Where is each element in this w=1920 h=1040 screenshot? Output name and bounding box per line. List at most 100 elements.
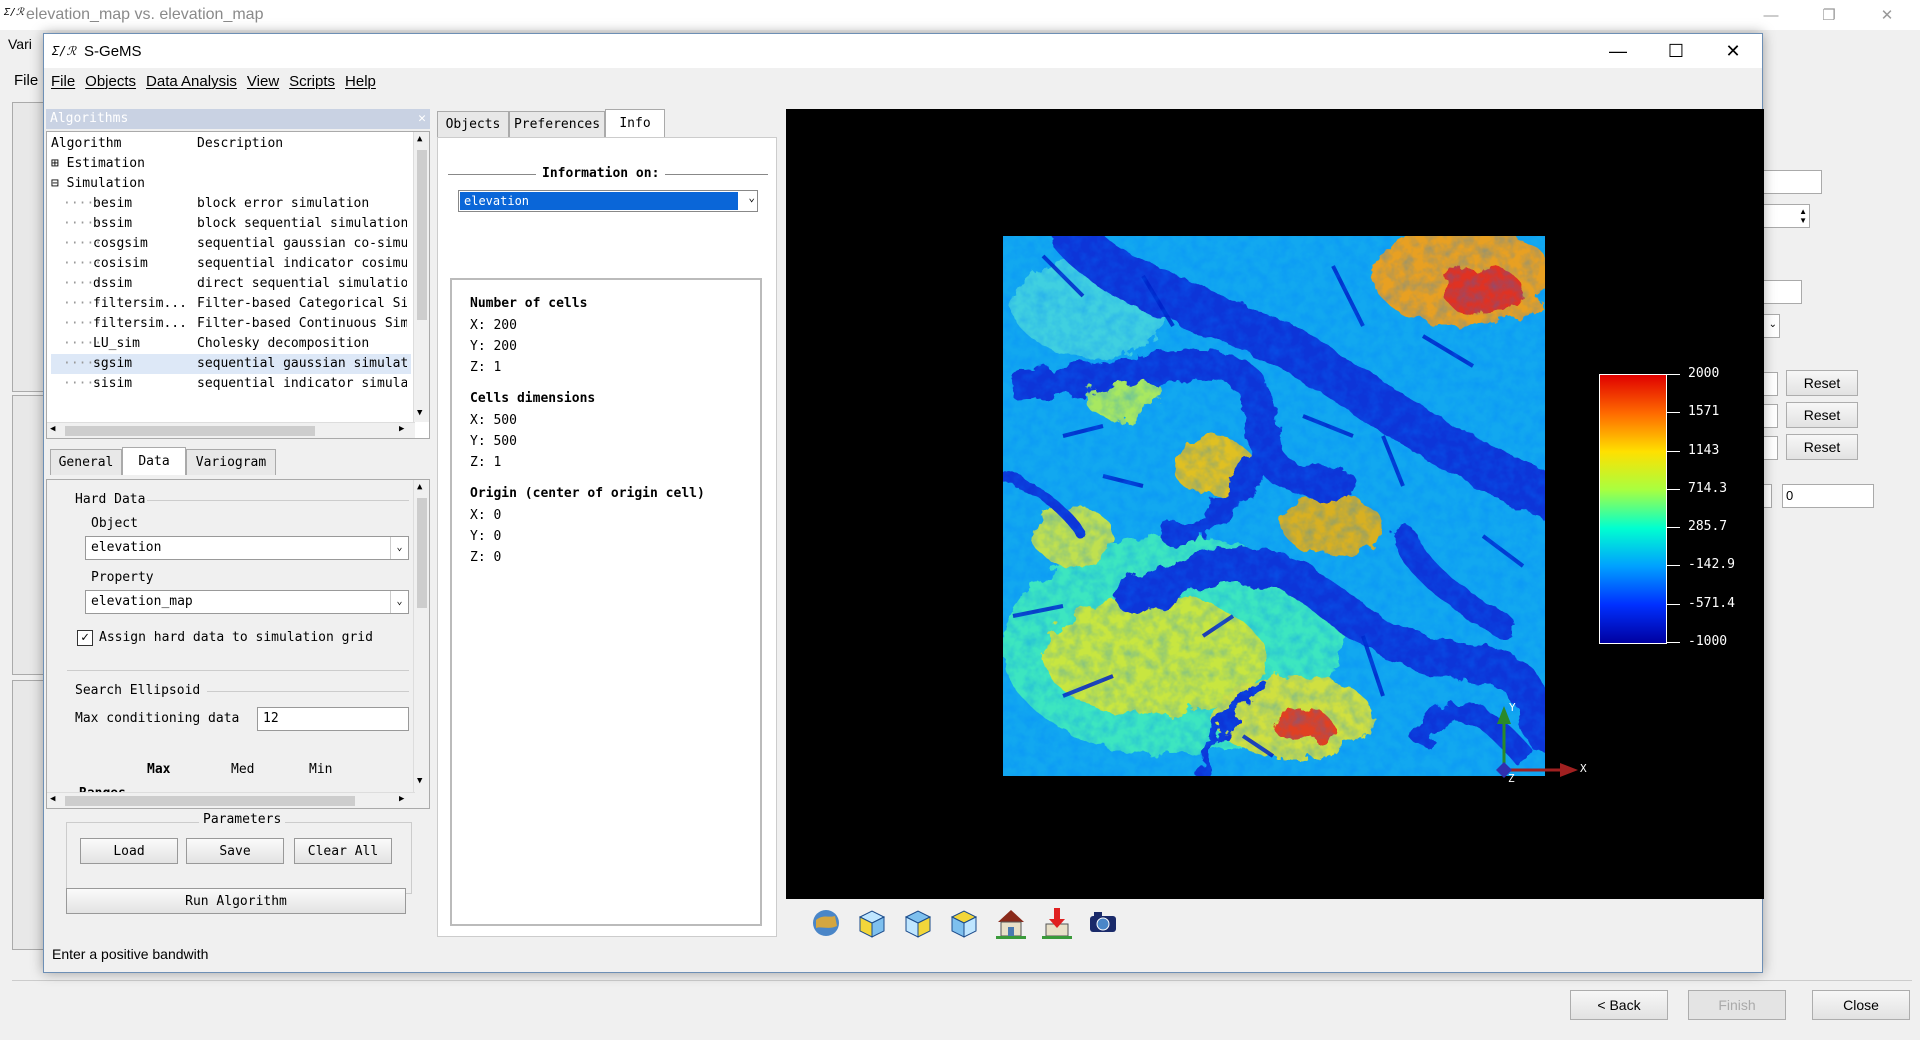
elevation-map[interactable] [1003, 236, 1545, 776]
max-conditioning-input[interactable]: 12 [257, 707, 409, 731]
background-value-field[interactable]: 0 [1782, 484, 1874, 508]
tree-group-estimation[interactable]: ⊞ Estimation [51, 154, 145, 174]
algorithm-item[interactable]: ····· cosgsim sequential gaussian co-simul [51, 234, 411, 254]
collapse-icon[interactable]: ⊟ [51, 176, 59, 191]
vertical-scrollbar[interactable]: ▲ ▼ [413, 480, 429, 792]
minimize-icon[interactable]: — [1742, 0, 1800, 30]
cube-side-icon[interactable] [948, 907, 980, 939]
menu-objects[interactable]: Objects [85, 73, 136, 90]
num-cells-x: X: 200 [470, 318, 517, 333]
algorithm-item[interactable]: ····· sisim sequential indicator simulat [51, 374, 411, 394]
load-button[interactable]: Load [80, 838, 178, 864]
scroll-right-icon[interactable]: ▶ [399, 424, 404, 434]
object-combo[interactable]: elevation ⌄ [85, 536, 409, 560]
menu-view[interactable]: View [247, 73, 279, 90]
maximize-icon[interactable]: ☐ [1647, 34, 1705, 68]
scroll-left-icon[interactable]: ◀ [50, 424, 55, 434]
horizontal-scrollbar[interactable]: ◀ ▶ [47, 792, 415, 808]
cube-front-icon[interactable] [902, 907, 934, 939]
set-home-icon[interactable] [1040, 907, 1072, 939]
parameters-title: Parameters [199, 812, 286, 827]
info-object-combo[interactable]: elevation ⌄ [458, 190, 758, 212]
background-combo[interactable]: ⌄ [1762, 314, 1780, 338]
scroll-thumb[interactable] [417, 150, 427, 320]
scroll-up-icon[interactable]: ▲ [417, 482, 422, 492]
close-icon[interactable]: ✕ [1704, 34, 1762, 68]
3d-viewer[interactable]: 2000 1571 1143 714.3 285.7 -142.9 -571.4 -1000 … [786, 109, 1764, 899]
close-button[interactable]: Close [1812, 990, 1910, 1020]
object-label: Object [91, 516, 138, 531]
expand-icon[interactable]: ⊞ [51, 156, 59, 171]
cell-dims-z: Z: 1 [470, 455, 502, 470]
background-input[interactable] [1762, 170, 1822, 194]
scroll-down-icon[interactable]: ▼ [417, 408, 422, 418]
back-button[interactable]: < Back [1570, 990, 1668, 1020]
background-tab-label[interactable]: Vari [8, 36, 32, 52]
globe-icon[interactable] [810, 907, 842, 939]
origin-x: X: 0 [470, 508, 502, 523]
algorithm-item[interactable]: ····· filtersim... Filter-based Continuous… [51, 314, 411, 334]
algorithm-item[interactable]: ····· LU_sim Cholesky decomposition [51, 334, 411, 354]
tab-general[interactable]: General [50, 449, 122, 475]
algorithm-item[interactable]: ····· sgsim sequential gaussian simulati [51, 354, 411, 374]
background-menu-file[interactable]: File [14, 72, 38, 89]
camera-icon[interactable] [1086, 907, 1118, 939]
menu-scripts[interactable]: Scripts [289, 73, 335, 90]
scroll-up-icon[interactable]: ▲ [417, 134, 422, 144]
chevron-down-icon[interactable]: ⌄ [390, 537, 408, 559]
algorithm-item[interactable]: ····· besim block error simulation [51, 194, 411, 214]
home-icon[interactable] [994, 907, 1026, 939]
algorithm-item[interactable]: ····· cosisim sequential indicator cosimul [51, 254, 411, 274]
chevron-down-icon[interactable]: ⌄ [748, 191, 755, 204]
num-cells-title: Number of cells [470, 296, 588, 311]
tab-preferences[interactable]: Preferences [509, 111, 605, 137]
scroll-thumb[interactable] [65, 426, 315, 436]
reset-button[interactable]: Reset [1786, 434, 1858, 460]
tree-group-simulation[interactable]: ⊟ Simulation [51, 174, 145, 194]
background-input[interactable] [1762, 404, 1778, 428]
horizontal-scrollbar[interactable]: ◀ ▶ [47, 422, 415, 438]
algorithm-name: cosisim [93, 256, 148, 271]
close-icon[interactable]: ✕ [1858, 0, 1916, 30]
menu-help[interactable]: Help [345, 73, 376, 90]
save-button[interactable]: Save [186, 838, 284, 864]
scroll-down-icon[interactable]: ▼ [417, 776, 422, 786]
algorithm-name: bssim [93, 216, 133, 231]
reset-button[interactable]: Reset [1786, 402, 1858, 428]
algorithms-tree[interactable]: Algorithm Description ⊞ Estimation ⊟ Sim… [46, 131, 430, 439]
colorbar-label: 285.7 [1688, 519, 1728, 535]
tab-data[interactable]: Data [122, 447, 186, 475]
num-cells-z: Z: 1 [470, 360, 502, 375]
clear-all-button[interactable]: Clear All [294, 838, 392, 864]
menu-data-analysis[interactable]: Data Analysis [146, 73, 237, 90]
algorithm-item[interactable]: ····· filtersim... Filter-based Categorica… [51, 294, 411, 314]
scroll-thumb[interactable] [65, 796, 355, 806]
background-spinbox[interactable]: ▲ ▼ [1762, 204, 1810, 228]
chevron-down-icon[interactable]: ⌄ [390, 591, 408, 613]
vertical-scrollbar[interactable]: ▲ ▼ [413, 132, 429, 422]
scroll-left-icon[interactable]: ◀ [50, 794, 55, 804]
colorbar-gradient [1600, 375, 1666, 643]
reset-button[interactable]: Reset [1786, 370, 1858, 396]
scroll-right-icon[interactable]: ▶ [399, 794, 404, 804]
tab-info[interactable]: Info [605, 109, 665, 137]
background-input[interactable] [1762, 372, 1778, 396]
assign-checkbox[interactable]: ✓ [77, 630, 93, 646]
background-input[interactable] [1762, 280, 1802, 304]
tab-variogram[interactable]: Variogram [186, 449, 276, 475]
background-input[interactable] [1762, 436, 1778, 460]
divider [12, 980, 1912, 981]
cube-icon[interactable] [856, 907, 888, 939]
tab-objects[interactable]: Objects [437, 111, 509, 137]
property-combo[interactable]: elevation_map ⌄ [85, 590, 409, 614]
close-panel-icon[interactable]: ✕ [418, 109, 426, 129]
menu-file[interactable]: File [51, 73, 75, 90]
algorithm-description: sequential gaussian simulati [197, 356, 407, 371]
minimize-icon[interactable]: — [1589, 34, 1647, 68]
algorithm-item[interactable]: ····· bssim block sequential simulation [51, 214, 411, 234]
algorithm-item[interactable]: ····· dssim direct sequential simulation [51, 274, 411, 294]
divider [207, 691, 409, 692]
restore-icon[interactable]: ❐ [1800, 0, 1858, 30]
run-algorithm-button[interactable]: Run Algorithm [66, 888, 406, 914]
scroll-thumb[interactable] [417, 498, 427, 608]
